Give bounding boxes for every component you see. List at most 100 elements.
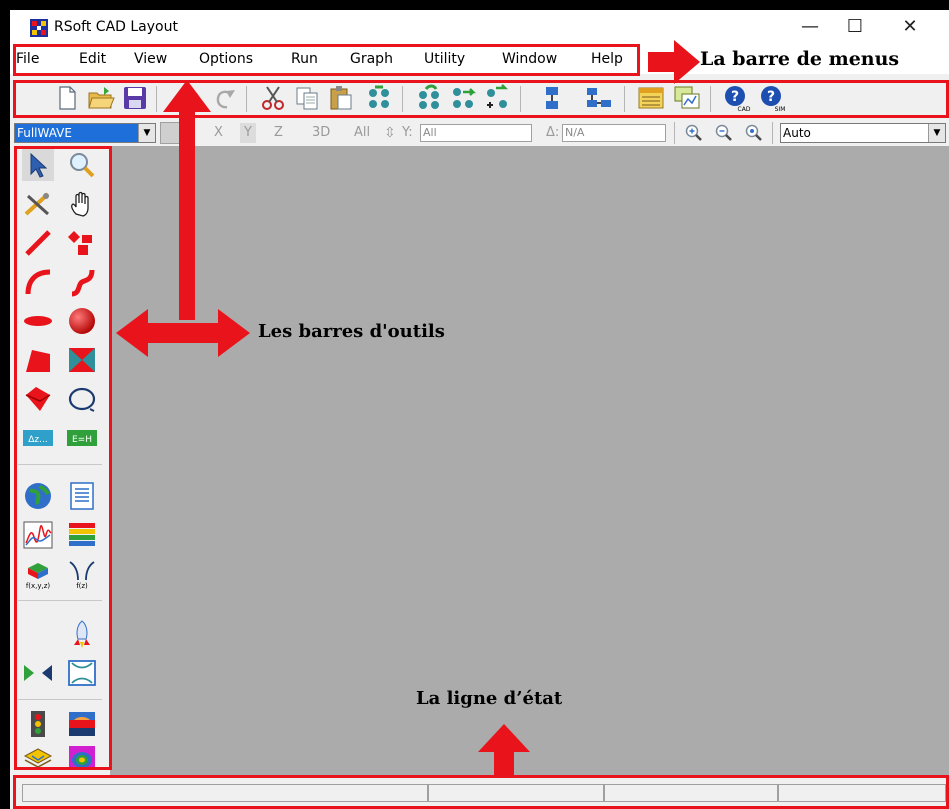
grating-icon[interactable] xyxy=(66,657,98,689)
layer-tree-icon[interactable] xyxy=(584,83,614,113)
toolbars-annotation: Les barres d'outils xyxy=(258,321,445,342)
mmi-coupler-icon[interactable] xyxy=(66,344,98,376)
view-3d-button[interactable]: 3D xyxy=(312,123,330,143)
component-group-icon[interactable] xyxy=(364,83,394,113)
arc-icon[interactable] xyxy=(22,266,54,298)
status-pane-main xyxy=(22,784,428,802)
simulator-select[interactable]: FullWAVE ▼ xyxy=(14,123,156,143)
eh-field-icon[interactable]: E=H xyxy=(66,422,98,454)
minimize-button[interactable]: — xyxy=(787,12,833,42)
fxyz-badge: f(x,y,z) xyxy=(26,582,51,590)
fz-profile-icon[interactable]: f(z) xyxy=(66,558,98,590)
ellipse-icon[interactable] xyxy=(66,383,98,415)
cad-badge: CAD xyxy=(738,106,751,113)
toolbar-separator xyxy=(246,86,247,112)
fiber-coupler-icon[interactable] xyxy=(22,657,54,689)
palette-separator xyxy=(18,699,102,700)
monitor-tower-icon[interactable] xyxy=(22,708,54,740)
slab-stack-icon[interactable] xyxy=(22,742,54,774)
simulator-value: FullWAVE xyxy=(17,126,72,140)
eh-badge: E=H xyxy=(72,435,92,445)
cut-icon[interactable] xyxy=(258,83,288,113)
launch-rocket-icon[interactable] xyxy=(66,618,98,650)
spin-arrows-icon[interactable]: ⇳ xyxy=(384,123,396,143)
palette-separator xyxy=(18,600,102,601)
zoom-magnifier-icon[interactable] xyxy=(66,149,98,181)
layer-stack-icon[interactable] xyxy=(66,519,98,551)
zoom-fit-icon[interactable] xyxy=(744,123,764,143)
select-arrow-icon[interactable] xyxy=(22,149,54,181)
delta-z-badge: Δz... xyxy=(28,435,47,445)
spectrum-graph-icon[interactable] xyxy=(22,519,54,551)
status-pane-4 xyxy=(778,784,946,802)
menu-run[interactable]: Run xyxy=(291,44,318,74)
fxyz-profile-icon[interactable]: f(x,y,z) xyxy=(22,558,54,590)
line-segment-icon[interactable] xyxy=(22,227,54,259)
fz-badge: f(z) xyxy=(76,582,88,590)
component-merge-icon[interactable] xyxy=(414,83,444,113)
svg-text:?: ? xyxy=(731,89,739,105)
delta-label: Δ: xyxy=(546,125,560,140)
layout-canvas[interactable] xyxy=(110,146,949,776)
all-button[interactable]: All xyxy=(354,123,370,143)
close-button[interactable]: ✕ xyxy=(887,12,933,42)
sphere-icon[interactable] xyxy=(66,305,98,337)
open-folder-icon[interactable] xyxy=(86,83,116,113)
s-bend-icon[interactable] xyxy=(66,266,98,298)
delta-value-field[interactable]: N/A xyxy=(562,124,666,142)
save-icon[interactable] xyxy=(120,83,150,113)
menubar-annotation: La barre de menus xyxy=(700,48,900,70)
paste-icon[interactable] xyxy=(326,83,356,113)
pan-hand-icon[interactable] xyxy=(66,188,98,220)
sim-badge: SIM xyxy=(775,106,786,113)
maximize-button[interactable]: ☐ xyxy=(832,12,878,42)
axis-x-button[interactable]: X xyxy=(214,123,223,143)
globe-icon[interactable] xyxy=(22,480,54,512)
toolbar-separator xyxy=(624,86,625,112)
cad-help-icon[interactable]: ? CAD xyxy=(722,83,752,113)
redo-icon[interactable] xyxy=(210,83,240,113)
zoom-out-icon[interactable] xyxy=(714,123,734,143)
view-mode-button[interactable] xyxy=(160,122,182,144)
component-add-icon[interactable] xyxy=(482,83,512,113)
toolbar-separator xyxy=(520,86,521,112)
edit-tools-icon[interactable] xyxy=(22,188,54,220)
chevron-down-icon: ▼ xyxy=(138,124,155,142)
menu-options[interactable]: Options xyxy=(199,44,253,74)
undo-icon[interactable] xyxy=(176,83,206,113)
sim-help-icon[interactable]: ? SIM xyxy=(758,83,788,113)
menu-utility[interactable]: Utility xyxy=(424,44,465,74)
component-split-icon[interactable] xyxy=(448,83,478,113)
layer-up-icon[interactable] xyxy=(538,83,568,113)
document-list-icon[interactable] xyxy=(66,480,98,512)
display-windows-icon[interactable] xyxy=(672,83,702,113)
delta-z-label-icon[interactable]: Δz... xyxy=(22,422,54,454)
shapes-icon[interactable] xyxy=(66,227,98,259)
zoom-mode-value: Auto xyxy=(783,126,811,140)
menu-window[interactable]: Window xyxy=(502,44,557,74)
menu-edit[interactable]: Edit xyxy=(79,44,106,74)
palette-separator xyxy=(18,464,102,465)
svg-text:?: ? xyxy=(767,89,775,105)
menu-view[interactable]: View xyxy=(134,44,167,74)
cube-icon[interactable] xyxy=(22,383,54,415)
toolbar-separator xyxy=(156,86,157,112)
axis-z-button[interactable]: Z xyxy=(274,123,283,143)
copy-icon[interactable] xyxy=(292,83,322,113)
y-value-field[interactable]: All xyxy=(420,124,532,142)
zoom-mode-select[interactable]: Auto ▼ xyxy=(780,123,946,143)
new-file-icon[interactable] xyxy=(52,83,82,113)
contour-field-icon[interactable] xyxy=(66,742,98,774)
toolbar-separator xyxy=(710,86,711,112)
window-title: RSoft CAD Layout xyxy=(54,19,178,35)
menu-graph[interactable]: Graph xyxy=(350,44,393,74)
zoom-in-icon[interactable] xyxy=(684,123,704,143)
menu-file[interactable]: File xyxy=(16,44,39,74)
index-profile-icon[interactable] xyxy=(66,708,98,740)
menu-help[interactable]: Help xyxy=(591,44,623,74)
lens-icon[interactable] xyxy=(22,305,54,337)
symbol-table-icon[interactable] xyxy=(636,83,666,113)
axis-y-button[interactable]: Y xyxy=(240,123,256,143)
title-bar[interactable]: RSoft CAD Layout — ☐ ✕ xyxy=(10,10,949,44)
taper-icon[interactable] xyxy=(22,344,54,376)
